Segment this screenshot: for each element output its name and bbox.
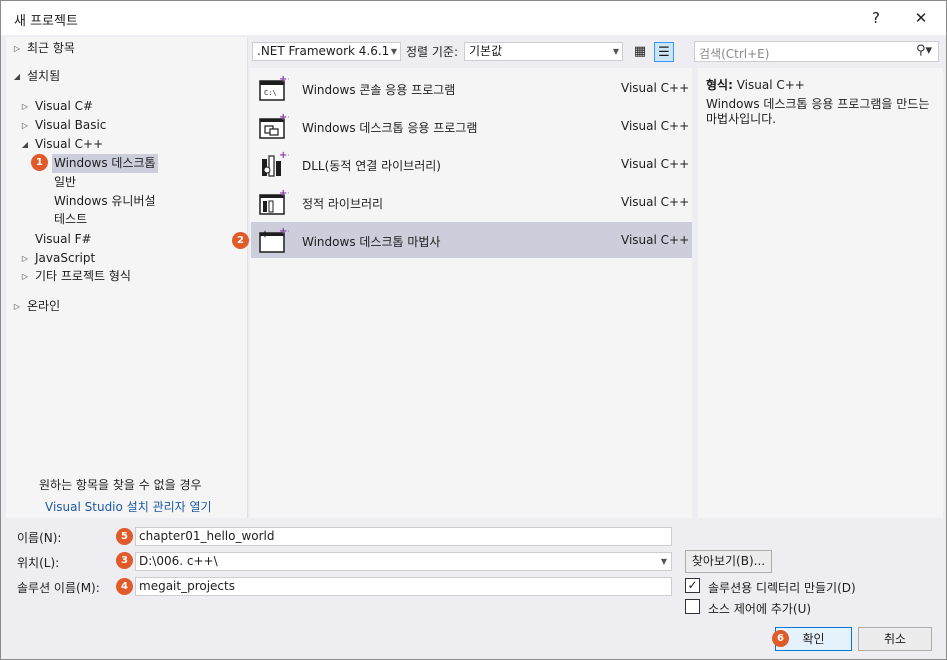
chevron-down-icon[interactable]: ▼	[661, 553, 667, 570]
source-control-checkbox[interactable]	[685, 599, 700, 614]
template-item-static-library[interactable]: ++ 정적 라이브러리 Visual C++	[251, 184, 692, 220]
template-category-tree: ▷ 최근 항목 ◢ 설치됨 ▷ Visual C# ▷ Visual Basic…	[6, 37, 248, 518]
desktop-app-icon: ++	[259, 112, 289, 139]
expand-arrow-icon[interactable]: ▷	[20, 267, 30, 286]
create-directory-label: 솔루션용 디렉터리 만들기(D)	[708, 581, 856, 595]
tree-item-label: Windows 데스크톱	[52, 154, 158, 173]
sort-value: 기본값	[469, 44, 503, 58]
template-language: Visual C++	[621, 81, 690, 95]
template-name: Windows 콘솔 응용 프로그램	[302, 83, 456, 97]
grid-view-icon[interactable]: ▦	[630, 42, 650, 62]
desktop-wizard-icon: ++	[259, 226, 289, 253]
svg-text:C:\: C:\	[264, 89, 277, 97]
search-placeholder: 검색(Ctrl+E)	[699, 47, 770, 61]
tree-item-label: Visual C++	[35, 137, 104, 151]
help-button[interactable]: ?	[856, 5, 896, 31]
solution-name-label: 솔루션 이름(M):	[17, 581, 100, 595]
svg-text:++: ++	[279, 74, 289, 85]
template-item-dll[interactable]: ++ DLL(동적 연결 라이브러리) Visual C++	[251, 146, 692, 182]
chevron-down-icon: ▼	[390, 47, 397, 56]
not-found-hint: 원하는 항목을 찾을 수 없을 경우	[39, 478, 202, 492]
framework-value: .NET Framework 4.6.1	[257, 44, 390, 58]
expand-arrow-icon[interactable]: ▷	[12, 39, 22, 58]
template-item-console-app[interactable]: C:\ ++ Windows 콘솔 응용 프로그램 Visual C++	[251, 70, 692, 106]
search-input[interactable]: 검색(Ctrl+E) ⚲▾	[694, 41, 939, 62]
callout-badge: 2	[232, 232, 249, 249]
static-library-icon: ++	[259, 188, 289, 215]
callout-badge: 1	[31, 154, 48, 171]
source-control-label: 소스 제어에 추가(U)	[708, 602, 812, 616]
description-type-label: 형식:	[706, 78, 733, 92]
template-name: Windows 데스크톱 응용 프로그램	[302, 121, 478, 135]
template-name: Windows 데스크톱 마법사	[302, 235, 441, 249]
new-project-dialog: 새 프로젝트 ? ✕ ▷ 최근 항목 ◢ 설치됨 ▷ Visual C# ▷ V…	[0, 0, 947, 660]
expand-arrow-icon[interactable]: ▷	[20, 97, 30, 116]
location-value: D:\006. c++\	[139, 554, 218, 568]
title-bar: 새 프로젝트 ? ✕	[1, 1, 946, 35]
template-language: Visual C++	[621, 157, 690, 171]
tree-item-label: Windows 유니버설	[54, 194, 156, 208]
tree-item-label: 설치됨	[27, 69, 61, 83]
tree-item-label: 기타 프로젝트 형식	[35, 269, 131, 283]
open-installer-link[interactable]: Visual Studio 설치 관리자 열기	[45, 498, 212, 515]
description-text: Windows 데스크톱 응용 프로그램을 만드는 마법사입니다.	[706, 97, 930, 126]
callout-badge: 6	[772, 630, 789, 647]
chevron-down-icon: ▼	[612, 47, 619, 56]
expand-arrow-icon[interactable]: ▷	[12, 297, 22, 316]
collapse-arrow-icon[interactable]: ◢	[20, 135, 30, 154]
sort-label: 정렬 기준:	[406, 45, 459, 59]
description-type-value: Visual C++	[736, 78, 805, 92]
callout-badge: 4	[116, 578, 133, 595]
template-item-desktop-app[interactable]: ++ Windows 데스크톱 응용 프로그램 Visual C++	[251, 108, 692, 144]
template-name: 정적 라이브러리	[302, 197, 384, 211]
close-button[interactable]: ✕	[901, 5, 941, 31]
create-directory-checkbox[interactable]: ✓	[685, 578, 700, 593]
tree-item-label: Visual C#	[35, 99, 94, 113]
svg-text:++: ++	[279, 226, 289, 237]
location-field[interactable]: D:\006. c++\ ▼	[135, 552, 672, 571]
template-language: Visual C++	[621, 119, 690, 133]
description-type: 형식: Visual C++	[706, 76, 805, 93]
template-item-desktop-wizard[interactable]: ++ Windows 데스크톱 마법사 Visual C++	[251, 222, 692, 258]
svg-text:++: ++	[279, 150, 289, 161]
tree-item-label: Visual F#	[35, 232, 92, 246]
svg-text:++: ++	[279, 188, 289, 199]
collapse-arrow-icon[interactable]: ◢	[12, 67, 22, 86]
template-description-panel: 형식: Visual C++ Windows 데스크톱 응용 프로그램을 만드는…	[698, 68, 943, 518]
tree-item-label: 테스트	[54, 212, 88, 226]
template-language: Visual C++	[621, 233, 690, 247]
callout-badge: 3	[116, 552, 133, 569]
template-language: Visual C++	[621, 195, 690, 209]
svg-text:++: ++	[279, 112, 289, 123]
solution-name-field[interactable]: megait_projects	[135, 577, 672, 596]
cancel-button[interactable]: 취소	[858, 627, 932, 651]
callout-badge: 5	[116, 528, 133, 545]
tree-item-label: 일반	[54, 175, 77, 189]
list-view-icon[interactable]: ☰	[654, 42, 674, 62]
dll-icon: ++	[262, 150, 289, 177]
tree-item-label: 온라인	[27, 299, 61, 313]
template-name: DLL(동적 연결 라이브러리)	[302, 159, 441, 173]
tree-item-label: JavaScript	[35, 251, 96, 265]
expand-arrow-icon[interactable]: ▷	[20, 116, 30, 135]
tree-item-label: 최근 항목	[27, 41, 75, 55]
project-name-field[interactable]: chapter01_hello_world	[135, 527, 672, 546]
console-app-icon: C:\ ++	[259, 74, 289, 101]
sort-select[interactable]: 기본값 ▼	[464, 42, 623, 61]
template-list: C:\ ++ Windows 콘솔 응용 프로그램 Visual C++ ++ …	[250, 68, 692, 518]
name-label: 이름(N):	[17, 531, 62, 545]
framework-select[interactable]: .NET Framework 4.6.1 ▼	[252, 42, 401, 61]
search-icon[interactable]: ⚲▾	[916, 43, 932, 58]
tree-item-label: Visual Basic	[35, 118, 107, 132]
expand-arrow-icon[interactable]: ▷	[20, 249, 30, 268]
browse-button[interactable]: 찾아보기(B)...	[685, 550, 772, 573]
template-toolbar: .NET Framework 4.6.1 ▼ 정렬 기준: 기본값 ▼ ▦ ☰ …	[250, 37, 945, 67]
dialog-title: 새 프로젝트	[14, 14, 78, 29]
location-label: 위치(L):	[17, 556, 60, 570]
